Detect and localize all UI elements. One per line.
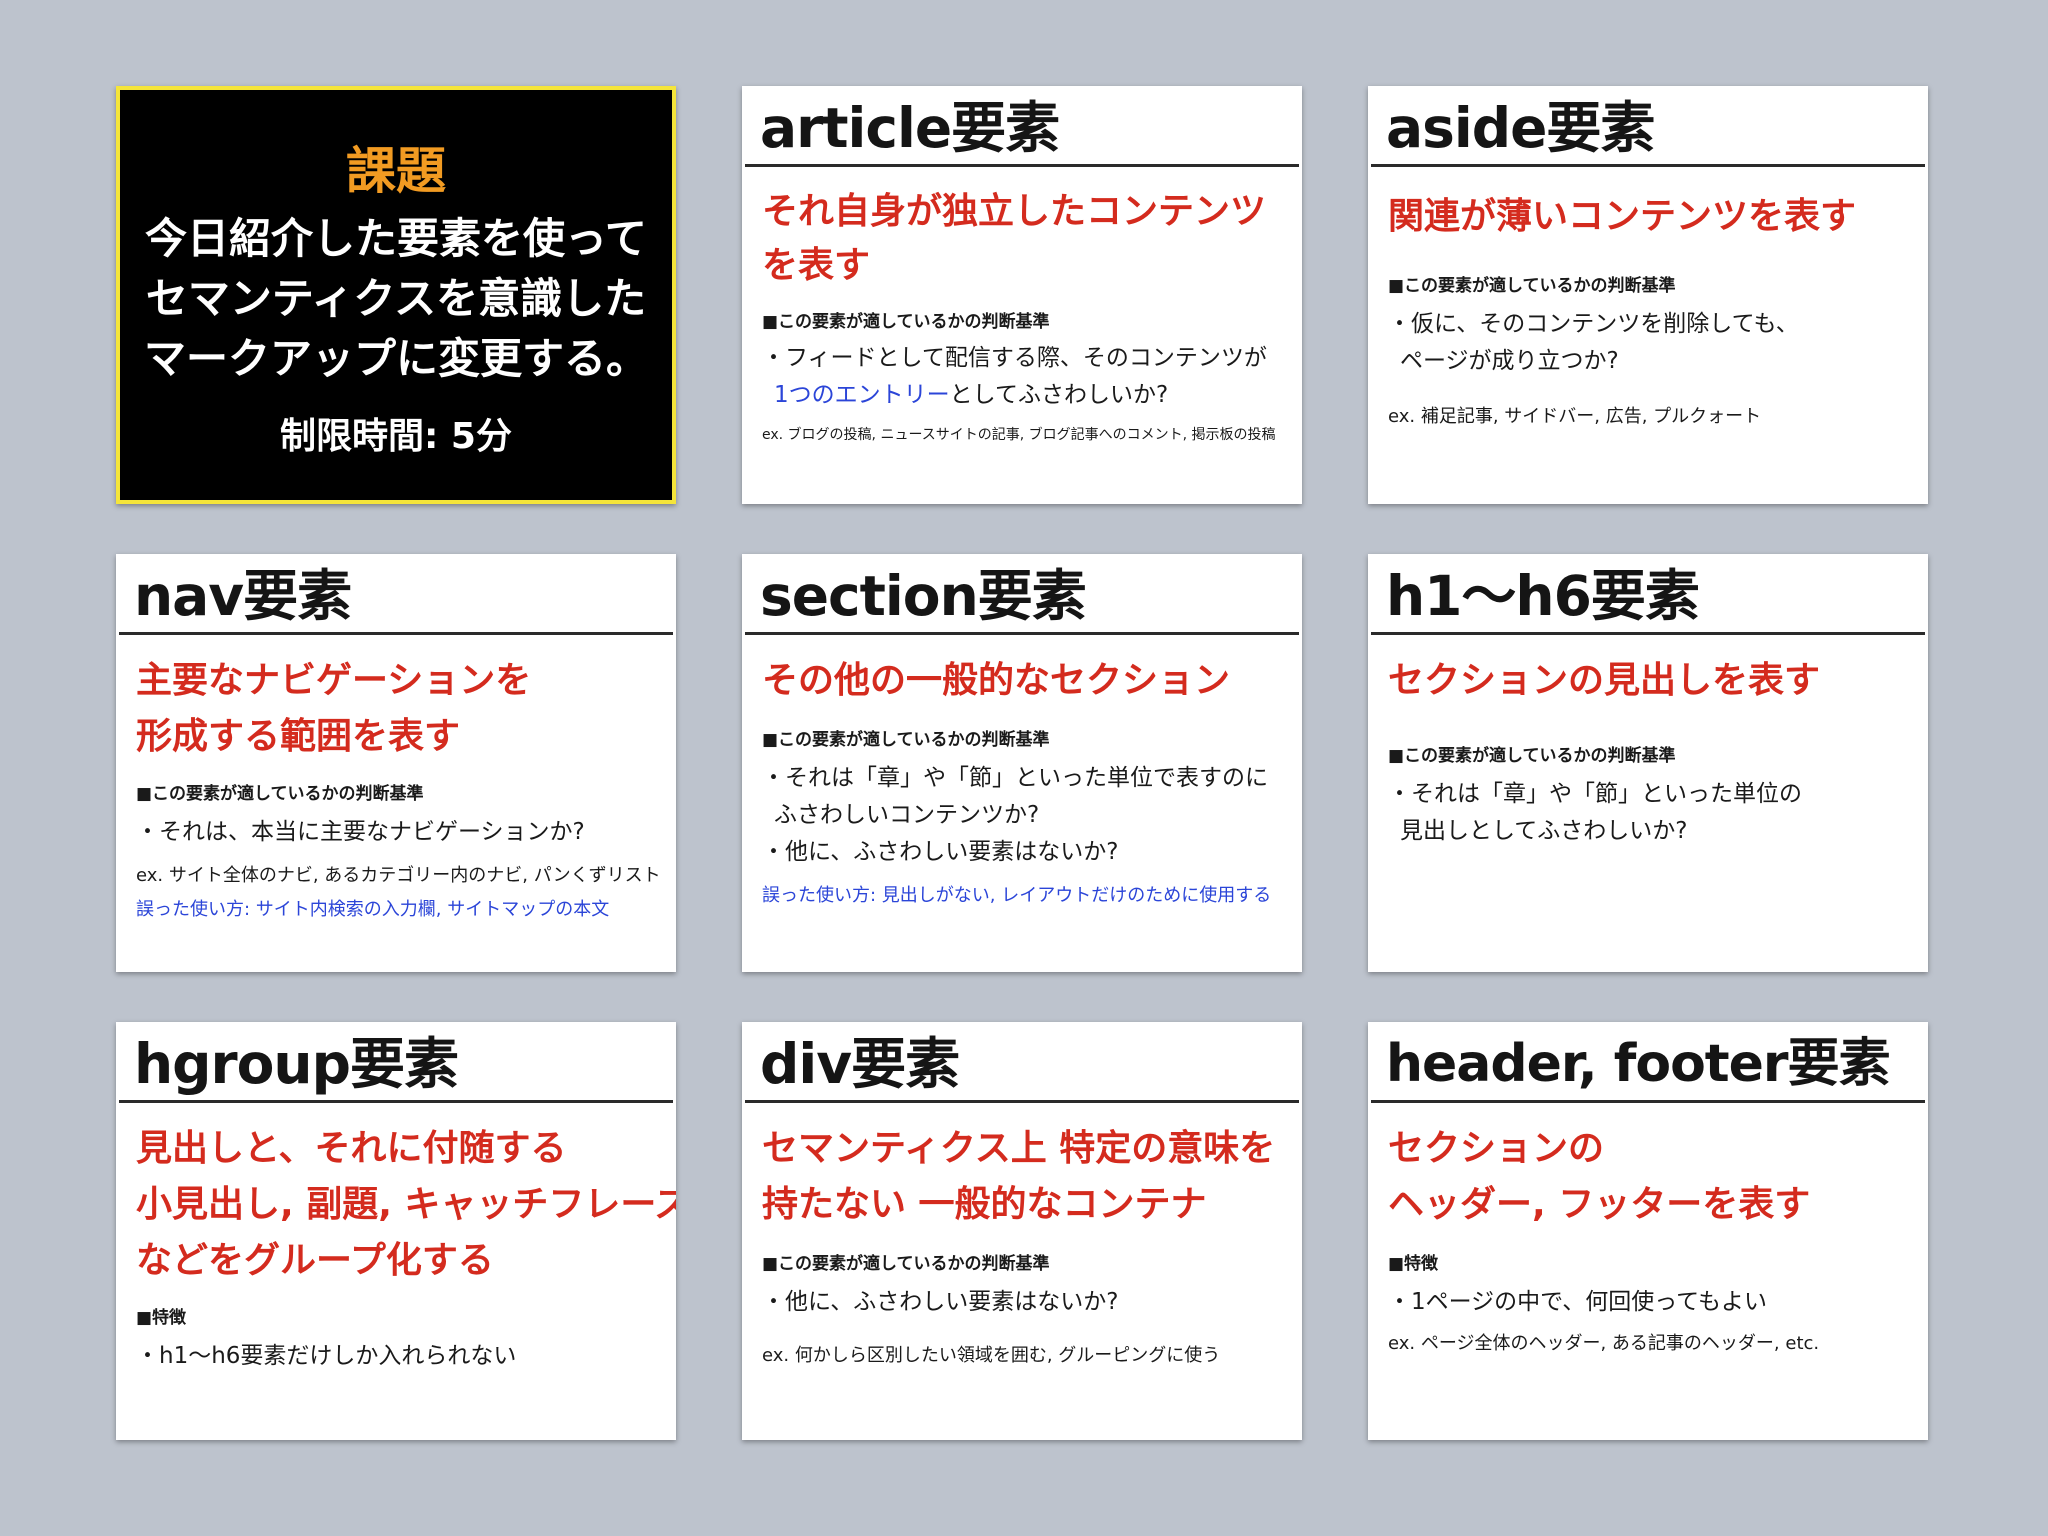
criteria-label: ■この要素が適しているかの判断基準 — [762, 312, 1050, 332]
bullet-item: ・他に、ふさわしい要素はないか? — [762, 834, 1282, 871]
slide-grid: 課題 今日紹介した要素を使って セマンティクスを意識した マークアップに変更する… — [116, 86, 1928, 1440]
bullet-line: ふさわしいコンテンツか? — [774, 802, 1040, 828]
bullet-line: ページが成り立つか? — [1400, 348, 1619, 374]
card-title: section要素 — [760, 564, 1087, 628]
card-article: article要素 それ自身が独立したコンテンツ を表す ■この要素が適している… — [742, 86, 1302, 504]
bullet-list: ・それは「章」や「節」といった単位で表すのに ふさわしいコンテンツか? ・他に、… — [762, 760, 1282, 871]
example-text: ex. ページ全体のヘッダー, ある記事のヘッダー, etc. — [1388, 1333, 1820, 1354]
lead-line: ヘッダー, フッターを表す — [1388, 1184, 1811, 1225]
bullet-item: ・他に、ふさわしい要素はないか? — [762, 1284, 1282, 1321]
criteria-label: ■この要素が適しているかの判断基準 — [762, 1254, 1050, 1274]
example-text: ex. 補足記事, サイドバー, 広告, プルクォート — [1388, 406, 1762, 427]
card-lead: それ自身が独立したコンテンツ を表す — [762, 185, 1282, 293]
bullet-list: ・それは、本当に主要なナビゲーションか? — [136, 814, 656, 851]
task-heading: 課題 — [346, 142, 446, 200]
card-lead: 関連が薄いコンテンツを表す — [1388, 189, 1908, 245]
bullet-line: ・h1〜h6要素だけしか入れられない — [136, 1343, 517, 1369]
lead-line: セクションの — [1388, 1128, 1605, 1169]
criteria-label: ■特徴 — [136, 1308, 187, 1328]
card-title: article要素 — [760, 96, 1060, 160]
card-lead: セクションの ヘッダー, フッターを表す — [1388, 1121, 1908, 1233]
card-header-footer: header, footer要素 セクションの ヘッダー, フッターを表す ■特… — [1368, 1022, 1928, 1440]
bullet-line: ・他に、ふさわしい要素はないか? — [762, 1289, 1119, 1315]
task-line: マークアップに変更する。 — [143, 334, 648, 383]
card-hgroup: hgroup要素 見出しと、それに付随する 小見出し, 副題, キャッチフレーズ… — [116, 1022, 676, 1440]
bullet-item: ・それは、本当に主要なナビゲーションか? — [136, 814, 656, 851]
bullet-line: ・それは「章」や「節」といった単位の — [1388, 781, 1802, 807]
misuse-text: 誤った使い方: サイト内検索の入力欄, サイトマップの本文 — [136, 899, 610, 920]
misuse-text: 誤った使い方: 見出しがない, レイアウトだけのために使用する — [762, 885, 1272, 906]
criteria-label: ■この要素が適しているかの判断基準 — [1388, 276, 1676, 296]
lead-line: などをグループ化する — [136, 1240, 494, 1281]
criteria-label: ■特徴 — [1388, 1254, 1439, 1274]
card-div: div要素 セマンティクス上 特定の意味を 持たない 一般的なコンテナ ■この要… — [742, 1022, 1302, 1440]
card-title: aside要素 — [1386, 96, 1655, 160]
card-lead: セマンティクス上 特定の意味を 持たない 一般的なコンテナ — [762, 1121, 1282, 1233]
bullet-line: 見出しとしてふさわしいか? — [1400, 818, 1688, 844]
bullet-item: ・それは「章」や「節」といった単位の 見出しとしてふさわしいか? — [1388, 776, 1908, 850]
bullet-line: ・他に、ふさわしい要素はないか? — [762, 839, 1119, 865]
bullet-item: ・仮に、そのコンテンツを削除しても、 ページが成り立つか? — [1388, 306, 1908, 380]
card-lead: 見出しと、それに付随する 小見出し, 副題, キャッチフレーズ などをグループ化… — [136, 1121, 676, 1289]
highlight-text: 1つのエントリー — [774, 382, 950, 408]
example-text: ex. サイト全体のナビ, あるカテゴリー内のナビ, パンくずリスト — [136, 865, 661, 886]
bullet-line: ・仮に、そのコンテンツを削除しても、 — [1388, 311, 1799, 337]
lead-line: を表す — [762, 245, 871, 286]
bullet-list: ・h1〜h6要素だけしか入れられない — [136, 1338, 656, 1375]
bullet-text: としてふさわしいか? — [949, 382, 1169, 408]
card-title: nav要素 — [134, 564, 352, 628]
lead-line: セマンティクス上 特定の意味を — [762, 1128, 1276, 1169]
bullet-line: ・1ページの中で、何回使ってもよい — [1388, 1289, 1767, 1315]
card-lead: セクションの見出しを表す — [1388, 653, 1908, 709]
task-time-limit: 制限時間: 5分 — [280, 416, 512, 457]
lead-line: 形成する範囲を表す — [136, 716, 461, 757]
example-text: ex. ブログの投稿, ニュースサイトの記事, ブログ記事へのコメント, 掲示板… — [762, 427, 1276, 443]
lead-line: 小見出し, 副題, キャッチフレーズ — [136, 1184, 676, 1225]
bullet-line: ・それは「章」や「節」といった単位で表すのに — [762, 765, 1268, 791]
card-title: header, footer要素 — [1386, 1034, 1891, 1094]
example-text: ex. 何かしら区別したい領域を囲む, グルーピングに使う — [762, 1345, 1221, 1366]
card-lead: 主要なナビゲーションを 形成する範囲を表す — [136, 653, 656, 765]
criteria-label: ■この要素が適しているかの判断基準 — [762, 730, 1050, 750]
card-lead: その他の一般的なセクション — [762, 653, 1282, 709]
card-section: section要素 その他の一般的なセクション ■この要素が適しているかの判断基… — [742, 554, 1302, 972]
lead-line: その他の一般的なセクション — [762, 660, 1231, 701]
bullet-item: ・それは「章」や「節」といった単位で表すのに ふさわしいコンテンツか? — [762, 760, 1282, 834]
card-aside: aside要素 関連が薄いコンテンツを表す ■この要素が適しているかの判断基準 … — [1368, 86, 1928, 504]
bullet-item: ・h1〜h6要素だけしか入れられない — [136, 1338, 656, 1375]
task-card: 課題 今日紹介した要素を使って セマンティクスを意識した マークアップに変更する… — [116, 86, 676, 504]
bullet-list: ・1ページの中で、何回使ってもよい — [1388, 1284, 1908, 1321]
bullet-line: ・フィードとして配信する際、そのコンテンツが — [762, 345, 1267, 371]
task-line: 今日紹介した要素を使って — [145, 214, 647, 263]
bullet-line: 1つのエントリーとしてふさわしいか? — [762, 377, 1282, 414]
lead-line: 見出しと、それに付随する — [136, 1128, 567, 1169]
task-text: 今日紹介した要素を使って セマンティクスを意識した マークアップに変更する。 — [144, 209, 648, 389]
bullet-list: ・フィードとして配信する際、そのコンテンツが 1つのエントリーとしてふさわしいか… — [762, 340, 1282, 414]
bullet-list: ・他に、ふさわしい要素はないか? — [762, 1284, 1282, 1321]
card-nav: nav要素 主要なナビゲーションを 形成する範囲を表す ■この要素が適しているか… — [116, 554, 676, 972]
bullet-list: ・仮に、そのコンテンツを削除しても、 ページが成り立つか? — [1388, 306, 1908, 380]
criteria-label: ■この要素が適しているかの判断基準 — [136, 784, 424, 804]
bullet-item: ・フィードとして配信する際、そのコンテンツが 1つのエントリーとしてふさわしいか… — [762, 340, 1282, 414]
criteria-label: ■この要素が適しているかの判断基準 — [1388, 746, 1676, 766]
lead-line: 持たない 一般的なコンテナ — [762, 1184, 1207, 1225]
card-title: hgroup要素 — [134, 1032, 459, 1096]
lead-line: それ自身が独立したコンテンツ — [762, 191, 1267, 232]
lead-line: 主要なナビゲーションを — [136, 660, 532, 701]
lead-line: 関連が薄いコンテンツを表す — [1388, 196, 1857, 237]
task-line: セマンティクスを意識した — [145, 274, 647, 323]
bullet-item: ・1ページの中で、何回使ってもよい — [1388, 1284, 1908, 1321]
bullet-line: ・それは、本当に主要なナビゲーションか? — [136, 819, 585, 845]
bullet-list: ・それは「章」や「節」といった単位の 見出しとしてふさわしいか? — [1388, 776, 1908, 850]
card-title: div要素 — [760, 1032, 960, 1096]
card-title: h1〜h6要素 — [1386, 564, 1700, 628]
card-headings: h1〜h6要素 セクションの見出しを表す ■この要素が適しているかの判断基準 ・… — [1368, 554, 1928, 972]
lead-line: セクションの見出しを表す — [1388, 660, 1821, 701]
